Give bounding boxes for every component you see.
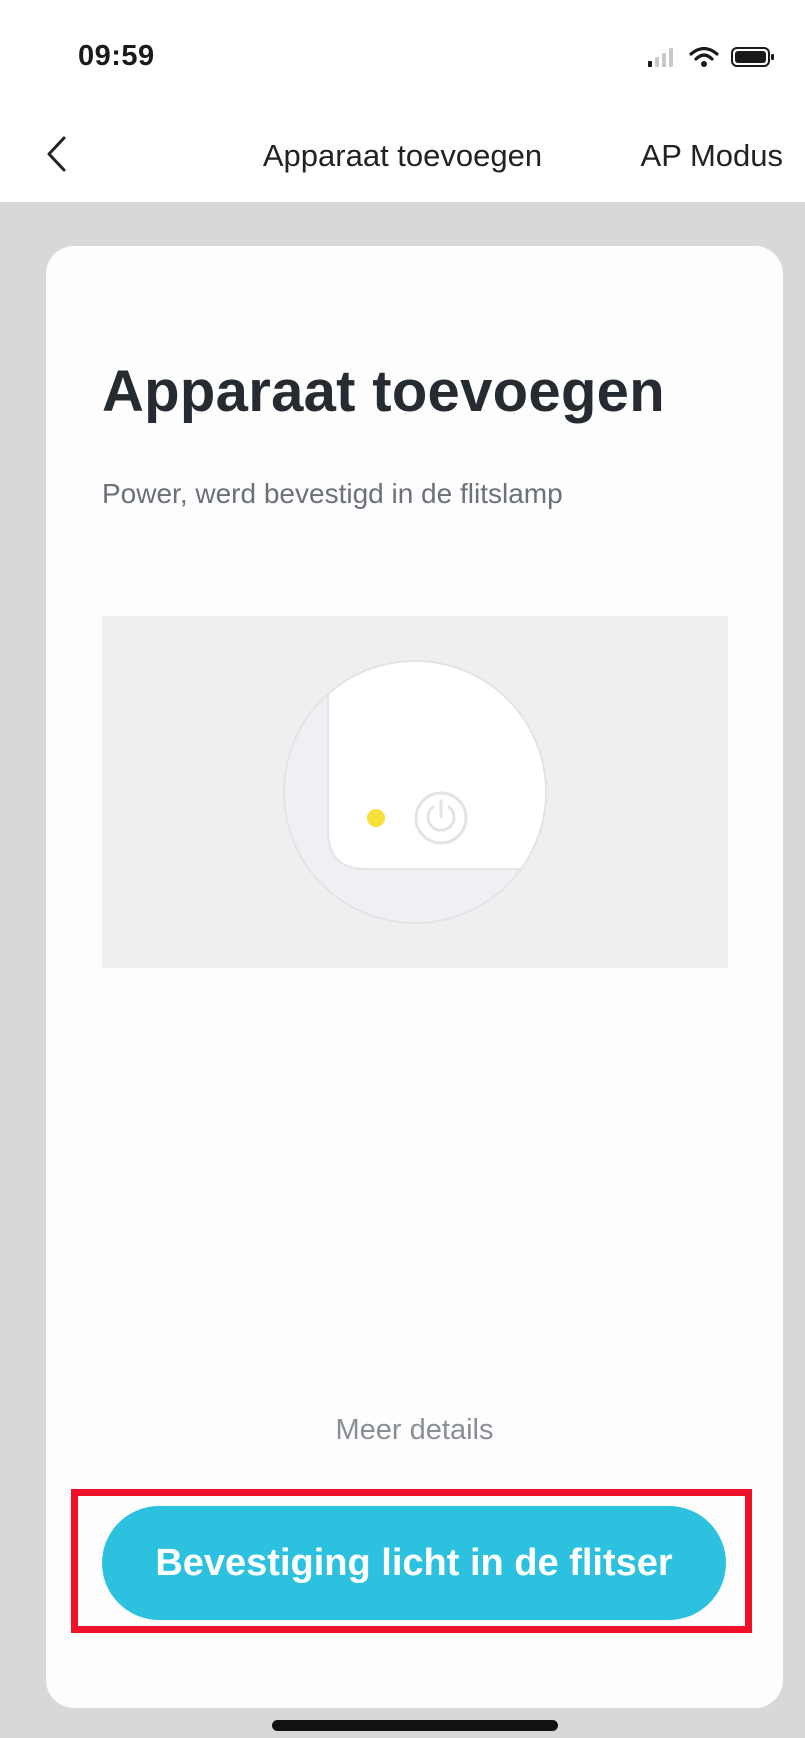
device-illustration — [102, 616, 728, 968]
ap-mode-button[interactable]: AP Modus — [641, 138, 783, 174]
status-bar: 09:59 — [0, 0, 805, 100]
status-icons — [647, 44, 775, 70]
nav-bar: Apparaat toevoegen AP Modus — [0, 100, 805, 202]
more-details-link[interactable]: Meer details — [46, 1414, 783, 1447]
battery-icon — [731, 47, 774, 67]
signal-icon — [648, 48, 673, 67]
device-illustration-graphic — [283, 660, 547, 924]
status-time: 09:59 — [78, 40, 155, 72]
confirm-light-button[interactable]: Bevestiging licht in de flitser — [102, 1506, 726, 1620]
page-title: Apparaat toevoegen — [102, 359, 665, 424]
home-indicator[interactable] — [272, 1720, 558, 1731]
wifi-icon — [689, 46, 719, 67]
instruction-text: Power, werd bevestigd in de flitslamp — [102, 478, 563, 509]
indicator-light-icon — [367, 809, 385, 827]
